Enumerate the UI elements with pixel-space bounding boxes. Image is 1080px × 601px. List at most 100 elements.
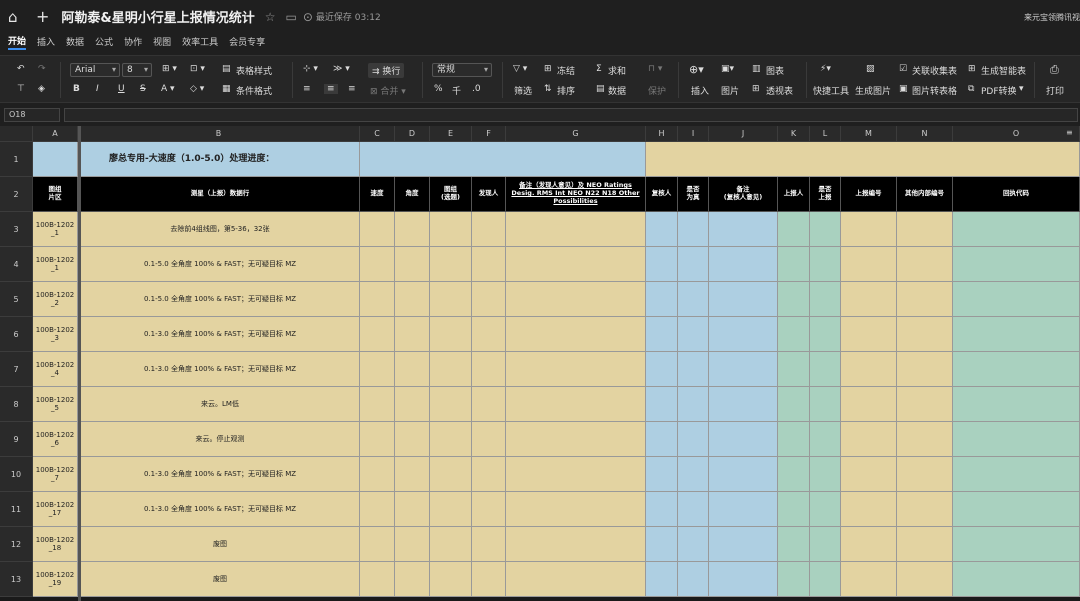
sum-button[interactable]: 求和 [608, 64, 626, 77]
new-tab-plus-icon[interactable]: + [36, 7, 49, 26]
cell-c5[interactable] [360, 282, 395, 317]
table-style-button[interactable]: 表格样式 [236, 64, 272, 77]
data-button[interactable]: 数据 [608, 84, 626, 97]
filter-label[interactable]: 筛选 [514, 84, 532, 97]
cell-k9[interactable] [778, 422, 810, 457]
filter-icon[interactable]: ≡ [1066, 128, 1073, 137]
image-icon[interactable]: ▣▾ [721, 64, 734, 74]
cell-o7[interactable] [953, 352, 1080, 387]
print-icon[interactable]: ⎙ [1050, 63, 1059, 77]
row-header-2[interactable]: 2 [0, 177, 33, 212]
menu-efficiency[interactable]: 效率工具 [182, 35, 218, 48]
cell-m5[interactable] [841, 282, 897, 317]
cell-j4[interactable] [709, 247, 778, 282]
cell-i8[interactable] [678, 387, 709, 422]
cell-e3[interactable] [430, 212, 472, 247]
cell-c9[interactable] [360, 422, 395, 457]
cell-d6[interactable] [395, 317, 430, 352]
cell-a9[interactable]: 100B-1202 _6 [33, 422, 78, 457]
cell-f5[interactable] [472, 282, 506, 317]
col-header-h[interactable]: H [646, 126, 678, 142]
cell-l11[interactable] [810, 492, 841, 527]
menu-formula[interactable]: 公式 [95, 35, 113, 48]
col-header-l[interactable]: L [810, 126, 841, 142]
cell-m6[interactable] [841, 317, 897, 352]
freeze-button[interactable]: 冻结 [557, 64, 575, 77]
col-header-n[interactable]: N [897, 126, 953, 142]
underline-button[interactable]: U [118, 84, 125, 94]
cell-n7[interactable] [897, 352, 953, 387]
menu-data[interactable]: 数据 [66, 35, 84, 48]
cell-g3[interactable] [506, 212, 646, 247]
cell-o3[interactable] [953, 212, 1080, 247]
form-button[interactable]: 关联收集表 [912, 64, 957, 77]
cell-k5[interactable] [778, 282, 810, 317]
cell-f4[interactable] [472, 247, 506, 282]
smart-table-button[interactable]: 生成智能表 [981, 64, 1026, 77]
cell-m7[interactable] [841, 352, 897, 387]
cell-m12[interactable] [841, 527, 897, 562]
cell-d12[interactable] [395, 527, 430, 562]
row-header-9[interactable]: 9 [0, 422, 33, 457]
row-header-8[interactable]: 8 [0, 387, 33, 422]
cell-g12[interactable] [506, 527, 646, 562]
text-rotate-icon[interactable]: ≫ ▾ [333, 64, 350, 74]
col-header-c[interactable]: C [360, 126, 395, 142]
cell-h3[interactable] [646, 212, 678, 247]
header-cell-f[interactable]: 发现人 [472, 177, 506, 212]
cell-g9[interactable] [506, 422, 646, 457]
promo-link[interactable]: 来元宝领腾讯视频 [1024, 12, 1080, 23]
col-header-i[interactable]: I [678, 126, 709, 142]
cell-c3[interactable] [360, 212, 395, 247]
header-cell-b[interactable]: 测星（上报）数据行 [81, 177, 360, 212]
cell-j3[interactable] [709, 212, 778, 247]
cell-a1[interactable] [33, 142, 78, 177]
cell-o5[interactable] [953, 282, 1080, 317]
cell-d4[interactable] [395, 247, 430, 282]
cell-f3[interactable] [472, 212, 506, 247]
cell-k13[interactable] [778, 562, 810, 597]
pivot-button[interactable]: 透视表 [766, 84, 793, 97]
cell-a6[interactable]: 100B-1202 _3 [33, 317, 78, 352]
cell-i7[interactable] [678, 352, 709, 387]
cell-h6[interactable] [646, 317, 678, 352]
cell-o9[interactable] [953, 422, 1080, 457]
cell-n13[interactable] [897, 562, 953, 597]
font-family-select[interactable]: Arial [70, 63, 120, 77]
cell-m4[interactable] [841, 247, 897, 282]
sort-button[interactable]: 排序 [557, 84, 575, 97]
row-header-10[interactable]: 10 [0, 457, 33, 492]
clear-format-icon[interactable]: ◈ [38, 84, 45, 94]
cell-a10[interactable]: 100B-1202 _7 [33, 457, 78, 492]
cell-h7[interactable] [646, 352, 678, 387]
cell-o11[interactable] [953, 492, 1080, 527]
cell-e9[interactable] [430, 422, 472, 457]
select-all-corner[interactable] [0, 126, 33, 142]
cell-d7[interactable] [395, 352, 430, 387]
cell-n3[interactable] [897, 212, 953, 247]
cell-f9[interactable] [472, 422, 506, 457]
cell-o8[interactable] [953, 387, 1080, 422]
cell-n9[interactable] [897, 422, 953, 457]
cell-l6[interactable] [810, 317, 841, 352]
cell-l7[interactable] [810, 352, 841, 387]
header-cell-k[interactable]: 上报人 [778, 177, 810, 212]
cell-n12[interactable] [897, 527, 953, 562]
cell-a12[interactable]: 100B-1202 _18 [33, 527, 78, 562]
fill-color-button[interactable]: ◇ ▾ [190, 84, 204, 94]
cell-j6[interactable] [709, 317, 778, 352]
insert-button[interactable]: 插入 [691, 84, 709, 97]
cell-f10[interactable] [472, 457, 506, 492]
cell-h10[interactable] [646, 457, 678, 492]
cell-i3[interactable] [678, 212, 709, 247]
cell-g6[interactable] [506, 317, 646, 352]
row-header-5[interactable]: 5 [0, 282, 33, 317]
header-cell-e[interactable]: 图组 (选题) [430, 177, 472, 212]
thousand-separator-button[interactable]: 千 [452, 84, 461, 97]
cell-b8[interactable]: 来云。LM低 [81, 387, 360, 422]
strikethrough-button[interactable]: S [140, 84, 146, 94]
align-left-icon[interactable]: ≡ [303, 84, 311, 94]
align-center-icon[interactable]: ≡ [324, 84, 338, 94]
row-header-6[interactable]: 6 [0, 317, 33, 352]
cell-m9[interactable] [841, 422, 897, 457]
